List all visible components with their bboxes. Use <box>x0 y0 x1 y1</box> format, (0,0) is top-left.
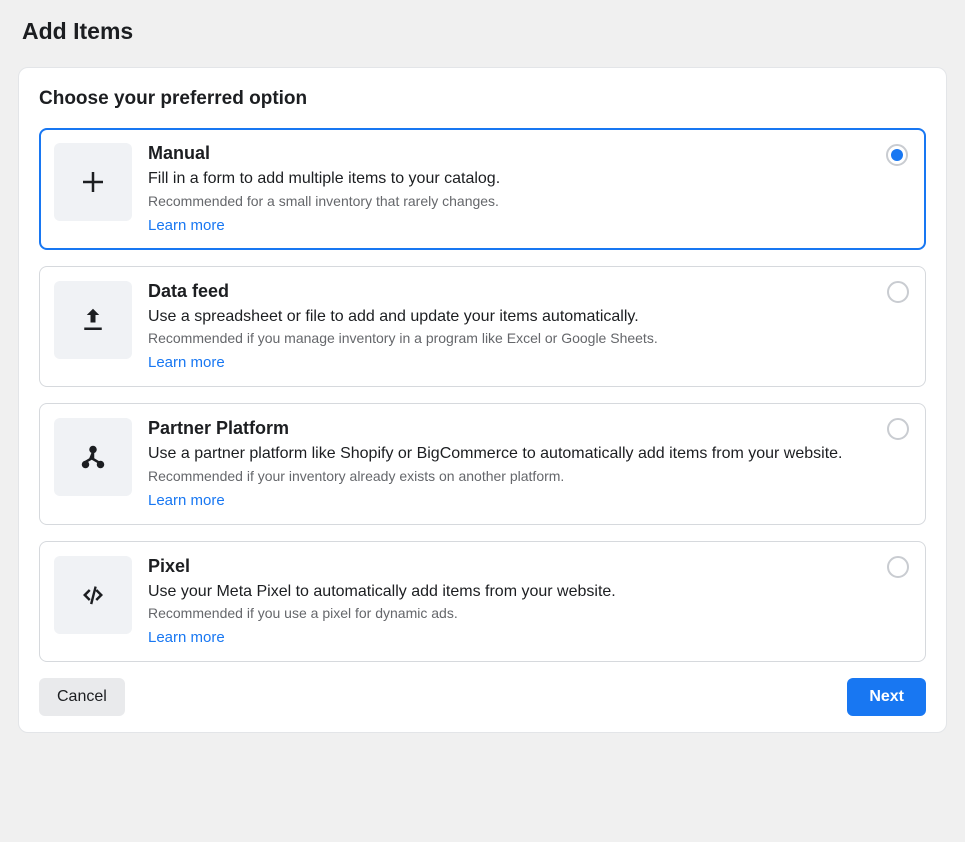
radio-button[interactable] <box>887 556 909 578</box>
option-recommendation: Recommended for a small inventory that r… <box>148 193 869 209</box>
learn-more-link[interactable]: Learn more <box>148 217 225 234</box>
next-button[interactable]: Next <box>847 678 926 716</box>
learn-more-link[interactable]: Learn more <box>148 492 225 509</box>
cancel-button[interactable]: Cancel <box>39 678 125 716</box>
option-pixel[interactable]: Pixel Use your Meta Pixel to automatical… <box>39 541 926 663</box>
option-description: Use a partner platform like Shopify or B… <box>148 443 869 465</box>
option-partner-platform[interactable]: Partner Platform Use a partner platform … <box>39 403 926 525</box>
option-title: Data feed <box>148 281 869 302</box>
footer-actions: Cancel Next <box>39 678 926 716</box>
section-title: Choose your preferred option <box>39 88 926 110</box>
option-description: Use a spreadsheet or file to add and upd… <box>148 306 869 328</box>
radio-button[interactable] <box>886 144 908 166</box>
plus-icon <box>54 143 132 221</box>
learn-more-link[interactable]: Learn more <box>148 354 225 371</box>
options-card: Choose your preferred option Manual Fill… <box>18 67 947 733</box>
option-description: Use your Meta Pixel to automatically add… <box>148 581 869 603</box>
network-icon <box>54 418 132 496</box>
option-recommendation: Recommended if your inventory already ex… <box>148 468 869 484</box>
learn-more-link[interactable]: Learn more <box>148 629 225 646</box>
option-recommendation: Recommended if you use a pixel for dynam… <box>148 605 869 621</box>
option-title: Manual <box>148 143 869 164</box>
radio-button[interactable] <box>887 281 909 303</box>
option-title: Partner Platform <box>148 418 869 439</box>
option-recommendation: Recommended if you manage inventory in a… <box>148 330 869 346</box>
option-description: Fill in a form to add multiple items to … <box>148 168 869 190</box>
option-title: Pixel <box>148 556 869 577</box>
option-manual[interactable]: Manual Fill in a form to add multiple it… <box>39 128 926 250</box>
code-icon <box>54 556 132 634</box>
upload-icon <box>54 281 132 359</box>
page-title: Add Items <box>22 18 947 45</box>
option-data-feed[interactable]: Data feed Use a spreadsheet or file to a… <box>39 266 926 388</box>
